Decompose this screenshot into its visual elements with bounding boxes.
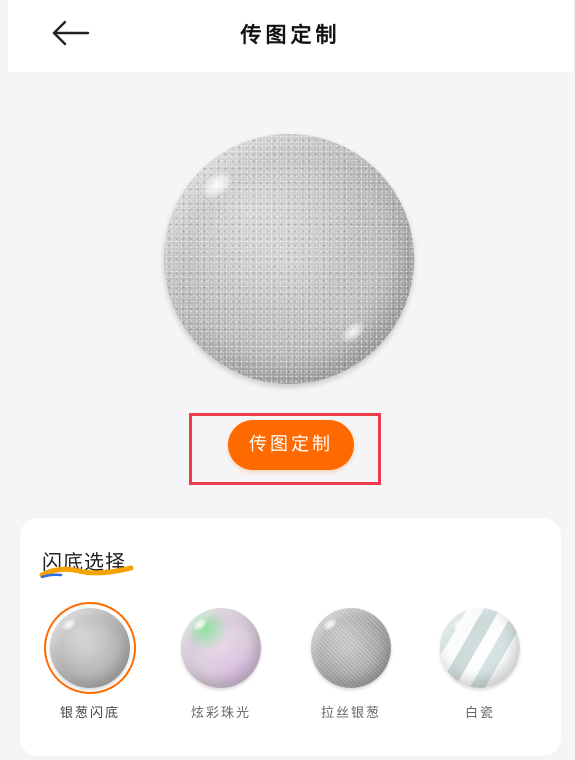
- swatch-iridescent-pearl: [181, 608, 261, 688]
- option-iridescent-pearl[interactable]: 炫彩珠光: [171, 602, 271, 722]
- option-label: 炫彩珠光: [190, 706, 251, 721]
- option-white-porcelain[interactable]: 白瓷: [430, 602, 530, 722]
- title-underline-decoration: [39, 565, 134, 579]
- option-brushed-silver[interactable]: 拉丝银葱: [301, 602, 401, 722]
- glare-highlight: [196, 165, 238, 205]
- swatch-brushed-silver: [311, 608, 391, 688]
- option-silver-glitter[interactable]: 银葱闪底: [40, 602, 140, 722]
- glare-highlight: [337, 317, 369, 347]
- page-title: 传图定制: [240, 23, 341, 47]
- option-label: 银葱闪底: [59, 706, 120, 721]
- top-bar: 传图定制: [8, 0, 573, 72]
- swatch-white-porcelain: [440, 608, 520, 688]
- option-label: 拉丝银葱: [320, 706, 381, 721]
- product-preview: [164, 134, 414, 384]
- preview-circle-image: [164, 134, 414, 384]
- background-selection-panel: 闪底选择 银葱闪底 炫彩珠光 拉丝银葱 白瓷: [20, 518, 561, 756]
- upload-image-button[interactable]: 传图定制: [228, 420, 354, 470]
- swatch-silver-glitter: [50, 608, 130, 688]
- option-label: 白瓷: [464, 706, 495, 721]
